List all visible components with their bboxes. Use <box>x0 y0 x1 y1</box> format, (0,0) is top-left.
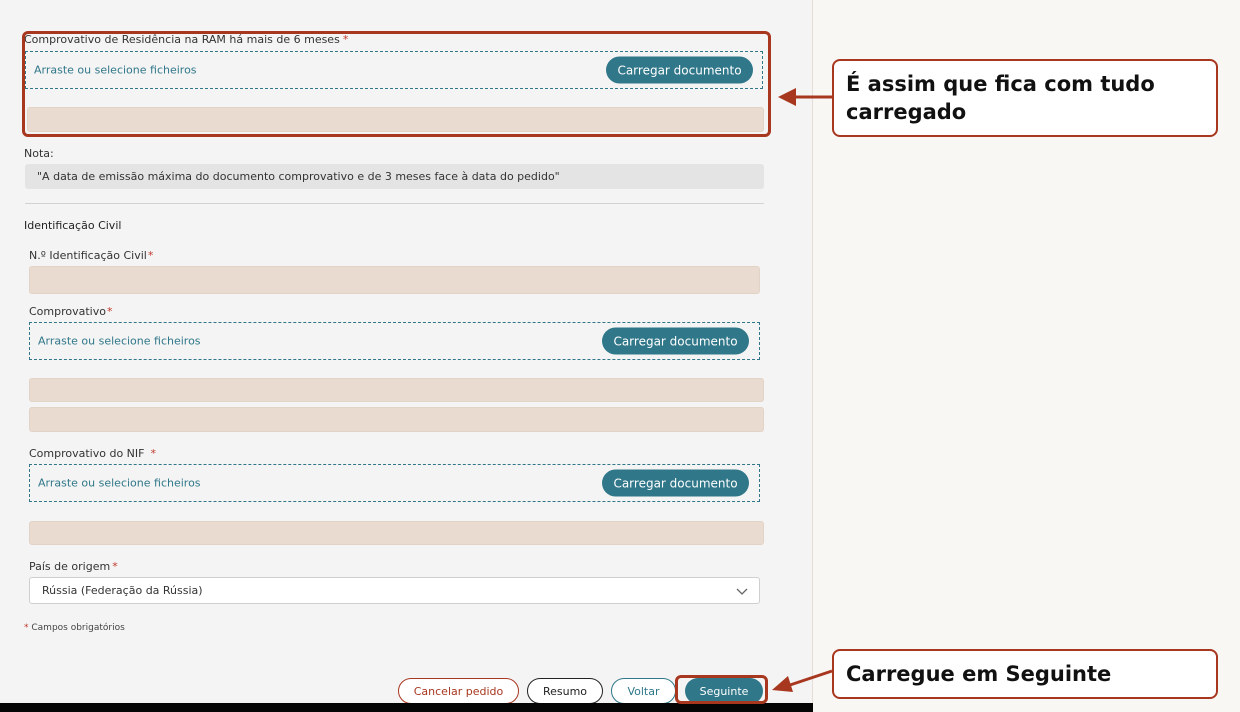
section-title-civil: Identificação Civil <box>24 219 122 232</box>
back-button[interactable]: Voltar <box>611 678 676 704</box>
chevron-down-icon <box>736 588 748 595</box>
origin-country-label-text: País de origem <box>29 560 111 573</box>
required-mark: * <box>150 447 156 460</box>
required-fields-note: * Campos obrigatórios <box>24 623 125 633</box>
civil-upload-button[interactable]: Carregar documento <box>602 327 749 355</box>
bottom-bar <box>0 703 813 712</box>
origin-country-label: País de origem * <box>29 560 118 573</box>
arrow-left-icon <box>772 669 833 692</box>
callout-all-uploaded: É assim que fica com tudo carregado <box>832 59 1218 137</box>
callout-click-next-text: Carregue em Seguinte <box>846 662 1112 686</box>
civil-proof-label-text: Comprovativo <box>29 305 106 318</box>
nif-proof-dropzone[interactable]: Arraste ou selecione ficheiros Carregar … <box>29 464 760 502</box>
summary-button[interactable]: Resumo <box>527 678 603 704</box>
required-fields-text: Campos obrigatórios <box>31 623 125 633</box>
origin-country-select[interactable]: Rússia (Federação da Rússia) <box>29 577 760 604</box>
civil-proof-label: Comprovativo* <box>29 305 112 318</box>
highlight-next-button <box>675 675 768 704</box>
required-mark: * <box>112 560 118 573</box>
required-mark: * <box>24 623 29 633</box>
section-divider <box>25 203 764 204</box>
civil-uploaded-file-2[interactable] <box>29 407 764 432</box>
origin-country-value: Rússia (Federação da Rússia) <box>42 584 203 597</box>
cancel-request-button[interactable]: Cancelar pedido <box>398 678 519 704</box>
dropzone-text: Arraste ou selecione ficheiros <box>38 334 201 348</box>
nif-proof-label-text: Comprovativo do NIF <box>29 447 145 460</box>
note-text: "A data de emissão máxima do documento c… <box>37 170 560 183</box>
dropzone-text: Arraste ou selecione ficheiros <box>38 476 201 490</box>
callout-all-uploaded-text: É assim que fica com tudo carregado <box>846 72 1155 124</box>
note-label: Nota: <box>24 147 54 160</box>
civil-id-input[interactable] <box>29 266 760 294</box>
arrow-left-icon <box>778 88 832 106</box>
highlight-residence-upload <box>22 31 771 137</box>
civil-id-label-text: N.º Identificação Civil <box>29 249 147 262</box>
civil-proof-dropzone[interactable]: Arraste ou selecione ficheiros Carregar … <box>29 322 760 360</box>
civil-uploaded-file-1[interactable] <box>29 378 764 402</box>
nif-uploaded-file[interactable] <box>29 521 764 545</box>
nif-upload-button[interactable]: Carregar documento <box>602 469 749 497</box>
nif-proof-label: Comprovativo do NIF * <box>29 447 156 460</box>
required-mark: * <box>106 305 113 318</box>
required-mark: * <box>147 249 154 262</box>
callout-click-next: Carregue em Seguinte <box>832 649 1218 699</box>
note-box: "A data de emissão máxima do documento c… <box>25 164 764 189</box>
civil-id-label: N.º Identificação Civil* <box>29 249 153 262</box>
